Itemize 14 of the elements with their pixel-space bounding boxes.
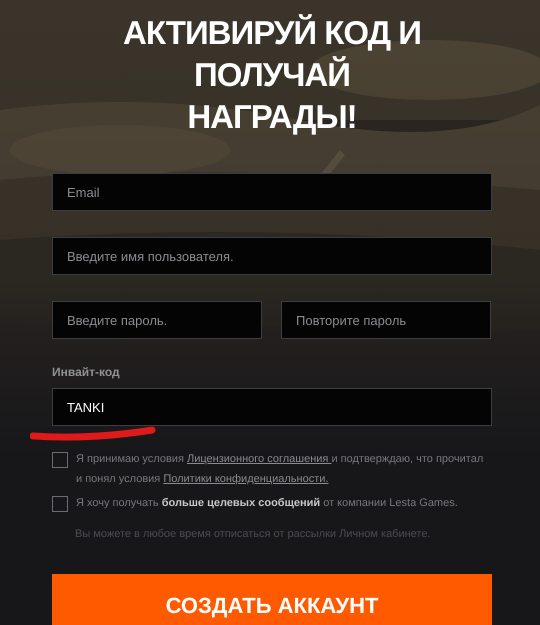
agreement-text: Я принимаю условия Лицензионного соглашения и подтверждаю, что прочитал и понял условия Политики конфиденциальности. [76, 452, 484, 487]
invite-label: Инвайт-код [52, 365, 120, 379]
create-account-button[interactable]: СОЗДАТЬ АККАУНТ [52, 574, 492, 625]
checkbox[interactable] [52, 452, 68, 468]
invite-code-field[interactable]: TANKI [52, 388, 492, 426]
password-field[interactable]: Повторите пароль [281, 301, 491, 339]
agreement-text: Я хочу получать больше целевых сообщений от компании Lesta Games. [76, 496, 458, 511]
agreement-link[interactable]: Лицензионного соглашения [186, 453, 332, 465]
password-field[interactable]: Введите пароль. [52, 301, 262, 339]
agreement-link[interactable]: Политики конфиденциальности. [163, 473, 328, 485]
checkbox[interactable] [52, 496, 68, 512]
text-field[interactable]: Введите имя пользователя. [52, 237, 492, 275]
text-field[interactable]: Email [52, 173, 492, 211]
page-title: АКТИВИРУЙ КОД И ПОЛУЧАЙ НАГРАДЫ! [122, 13, 422, 137]
